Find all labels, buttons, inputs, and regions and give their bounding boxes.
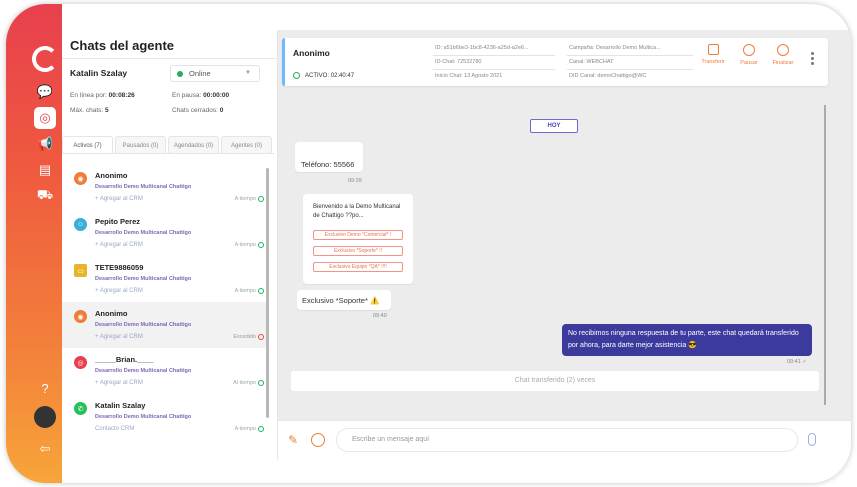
tab-pausados[interactable]: Pausados (0) bbox=[115, 136, 166, 153]
clock-icon bbox=[293, 72, 300, 79]
channel: Canal: WEBCHAT bbox=[569, 59, 614, 65]
conversation-scrollbar[interactable] bbox=[824, 105, 826, 405]
chat-list-item[interactable]: ◎ _____Brian.____ Desarrollo Demo Multic… bbox=[62, 348, 268, 394]
logout-icon[interactable]: ⇦ bbox=[34, 438, 56, 460]
campaign: Campaña: Desarrollo Demo Multica... bbox=[569, 45, 661, 51]
message-composer: ✎ Escribe un mensaje aquí bbox=[278, 420, 851, 460]
chat-start: Inicio Chat: 13 Agosto 2021 bbox=[435, 73, 503, 79]
instagram-icon: ◎ bbox=[74, 356, 87, 369]
panel-title: Chats del agente bbox=[70, 38, 175, 53]
whatsapp-icon: ✆ bbox=[74, 402, 87, 415]
message-time: 09:39 bbox=[348, 178, 362, 184]
contact-name: Anonimo bbox=[293, 48, 330, 58]
clock-icon bbox=[258, 242, 264, 248]
microphone-icon[interactable] bbox=[808, 433, 816, 446]
add-crm-link[interactable]: + Agregar al CRM bbox=[95, 196, 143, 202]
transfer-icon bbox=[707, 44, 719, 55]
add-crm-link[interactable]: + Agregar al CRM bbox=[95, 380, 143, 386]
pause-button[interactable]: Pausar bbox=[735, 44, 763, 66]
clock-icon bbox=[258, 426, 264, 432]
message-time: 09:40 bbox=[373, 313, 387, 319]
stat-closed: Chats cerrados: 0 bbox=[172, 107, 224, 114]
agent-chats-panel: Chats del agente Katalin Szalay Online ▼… bbox=[62, 30, 278, 460]
transfer-notice: Chat transferido (2) veces bbox=[291, 371, 819, 391]
chevron-down-icon: ▼ bbox=[245, 70, 251, 76]
chat-list-item[interactable]: ✆ Katalin Szalay Desarrollo Demo Multica… bbox=[62, 394, 268, 440]
conversation-header: Anonimo ACTIVO: 02:40:47 ID: a51b6be3-1b… bbox=[282, 38, 828, 86]
clock-icon bbox=[258, 334, 264, 340]
did-channel: DID Canal: demoChattigo@WC bbox=[569, 73, 647, 79]
incoming-message: Teléfono: 55566 bbox=[295, 142, 363, 172]
date-separator: HOY bbox=[530, 119, 578, 133]
tab-activos[interactable]: Activos (7) bbox=[62, 136, 113, 153]
webchat-icon: ◉ bbox=[74, 172, 87, 185]
status-select[interactable]: Online ▼ bbox=[170, 65, 260, 82]
nav-rail-icons: 💬 ◎ 📢 ▤ ⛟ ? ⇦ bbox=[30, 34, 60, 462]
finish-button[interactable]: Finalizar bbox=[769, 44, 797, 66]
help-icon[interactable]: ? bbox=[34, 377, 56, 399]
chat-id: ID-Chat: 72532780 bbox=[435, 59, 482, 65]
chat-list-item[interactable]: ▭ TETE9886059 Desarrollo Demo Multicanal… bbox=[62, 256, 268, 302]
app-window: 💬 ◎ 📢 ▤ ⛟ ? ⇦ Chats del agente Katalin S… bbox=[6, 4, 851, 483]
contacts-icon[interactable]: ▤ bbox=[34, 159, 56, 181]
sla-status: A tiempo bbox=[235, 426, 264, 432]
transfer-button[interactable]: Transferir bbox=[699, 44, 727, 65]
bot-menu-message: Bienvenido a la Demo Multicanal de Chatt… bbox=[303, 194, 413, 284]
add-crm-link[interactable]: + Agregar al CRM bbox=[95, 288, 143, 294]
bot-icon: ☺ bbox=[74, 218, 87, 231]
stat-online: En línea por: 00:08:26 bbox=[70, 92, 135, 99]
outgoing-message: No recibimos ninguna respuesta de tu par… bbox=[562, 324, 812, 356]
finish-icon bbox=[777, 44, 789, 56]
sla-status: A tiempo bbox=[235, 242, 264, 248]
incoming-message: Exclusivo *Soporte* ⚠️ bbox=[297, 290, 391, 310]
chat-bubble-icon[interactable]: 💬 bbox=[34, 81, 56, 103]
message-input[interactable]: Escribe un mensaje aquí bbox=[336, 428, 798, 452]
sla-status: A tiempo bbox=[235, 196, 264, 202]
message-time: 09:41 ✓ bbox=[787, 359, 807, 365]
sla-status: Excedido bbox=[233, 334, 264, 340]
truck-icon[interactable]: ⛟ bbox=[34, 185, 56, 207]
attach-icon[interactable]: ✎ bbox=[288, 433, 302, 447]
clock-icon bbox=[258, 196, 264, 202]
stat-pause: En pausa: 00:00:00 bbox=[172, 92, 230, 99]
sms-icon: ▭ bbox=[74, 264, 87, 277]
conversation-panel: Anonimo ACTIVO: 02:40:47 ID: a51b6be3-1b… bbox=[278, 30, 851, 460]
chats-icon[interactable]: ◎ bbox=[34, 107, 56, 129]
tab-agendados[interactable]: Agendados (0) bbox=[168, 136, 219, 153]
clock-icon bbox=[258, 380, 264, 386]
more-options-icon[interactable] bbox=[811, 52, 814, 67]
megaphone-icon[interactable]: 📢 bbox=[34, 133, 56, 155]
conversation-id: ID: a51b6be3-1bc8-4236-a25d-a2e6... bbox=[435, 45, 529, 51]
clock-icon bbox=[258, 288, 264, 294]
chat-tabs: Activos (7) Pausados (0) Agendados (0) A… bbox=[62, 136, 274, 154]
chat-list-scrollbar[interactable] bbox=[266, 168, 269, 418]
sla-status: A tiempo bbox=[235, 288, 264, 294]
emoji-icon[interactable] bbox=[311, 433, 325, 447]
chat-list-item[interactable]: ◉ Anonimo Desarrollo Demo Multicanal Cha… bbox=[62, 164, 268, 210]
online-dot-icon bbox=[177, 70, 183, 77]
option-button[interactable]: Exclusivo *Soporte* !! bbox=[313, 246, 403, 256]
chattigo-logo bbox=[32, 46, 58, 72]
pause-icon bbox=[743, 44, 755, 56]
webchat-icon: ◉ bbox=[74, 310, 87, 323]
add-crm-link[interactable]: + Agregar al CRM bbox=[95, 334, 143, 340]
agent-name: Katalin Szalay bbox=[70, 68, 128, 78]
option-button[interactable]: Exclusivo Demo *Comercial* ! bbox=[313, 230, 403, 240]
add-crm-link[interactable]: + Agregar al CRM bbox=[95, 242, 143, 248]
chat-list: ◉ Anonimo Desarrollo Demo Multicanal Cha… bbox=[62, 160, 268, 458]
chat-list-item-selected[interactable]: ◉ Anonimo Desarrollo Demo Multicanal Cha… bbox=[62, 302, 268, 348]
contact-crm-link[interactable]: Contacto CRM bbox=[95, 426, 134, 432]
chat-list-item[interactable]: ☺ Pepito Perez Desarrollo Demo Multicana… bbox=[62, 210, 268, 256]
tab-agentes[interactable]: Agentes (0) bbox=[221, 136, 272, 153]
sla-status: Al tiempo bbox=[233, 380, 264, 386]
user-avatar[interactable] bbox=[34, 406, 56, 428]
active-timer: ACTIVO: 02:40:47 bbox=[293, 72, 354, 79]
stat-max: Máx. chats: 5 bbox=[70, 107, 109, 114]
option-button[interactable]: Exclusivo Equipo *QA* !!!! bbox=[313, 262, 403, 272]
